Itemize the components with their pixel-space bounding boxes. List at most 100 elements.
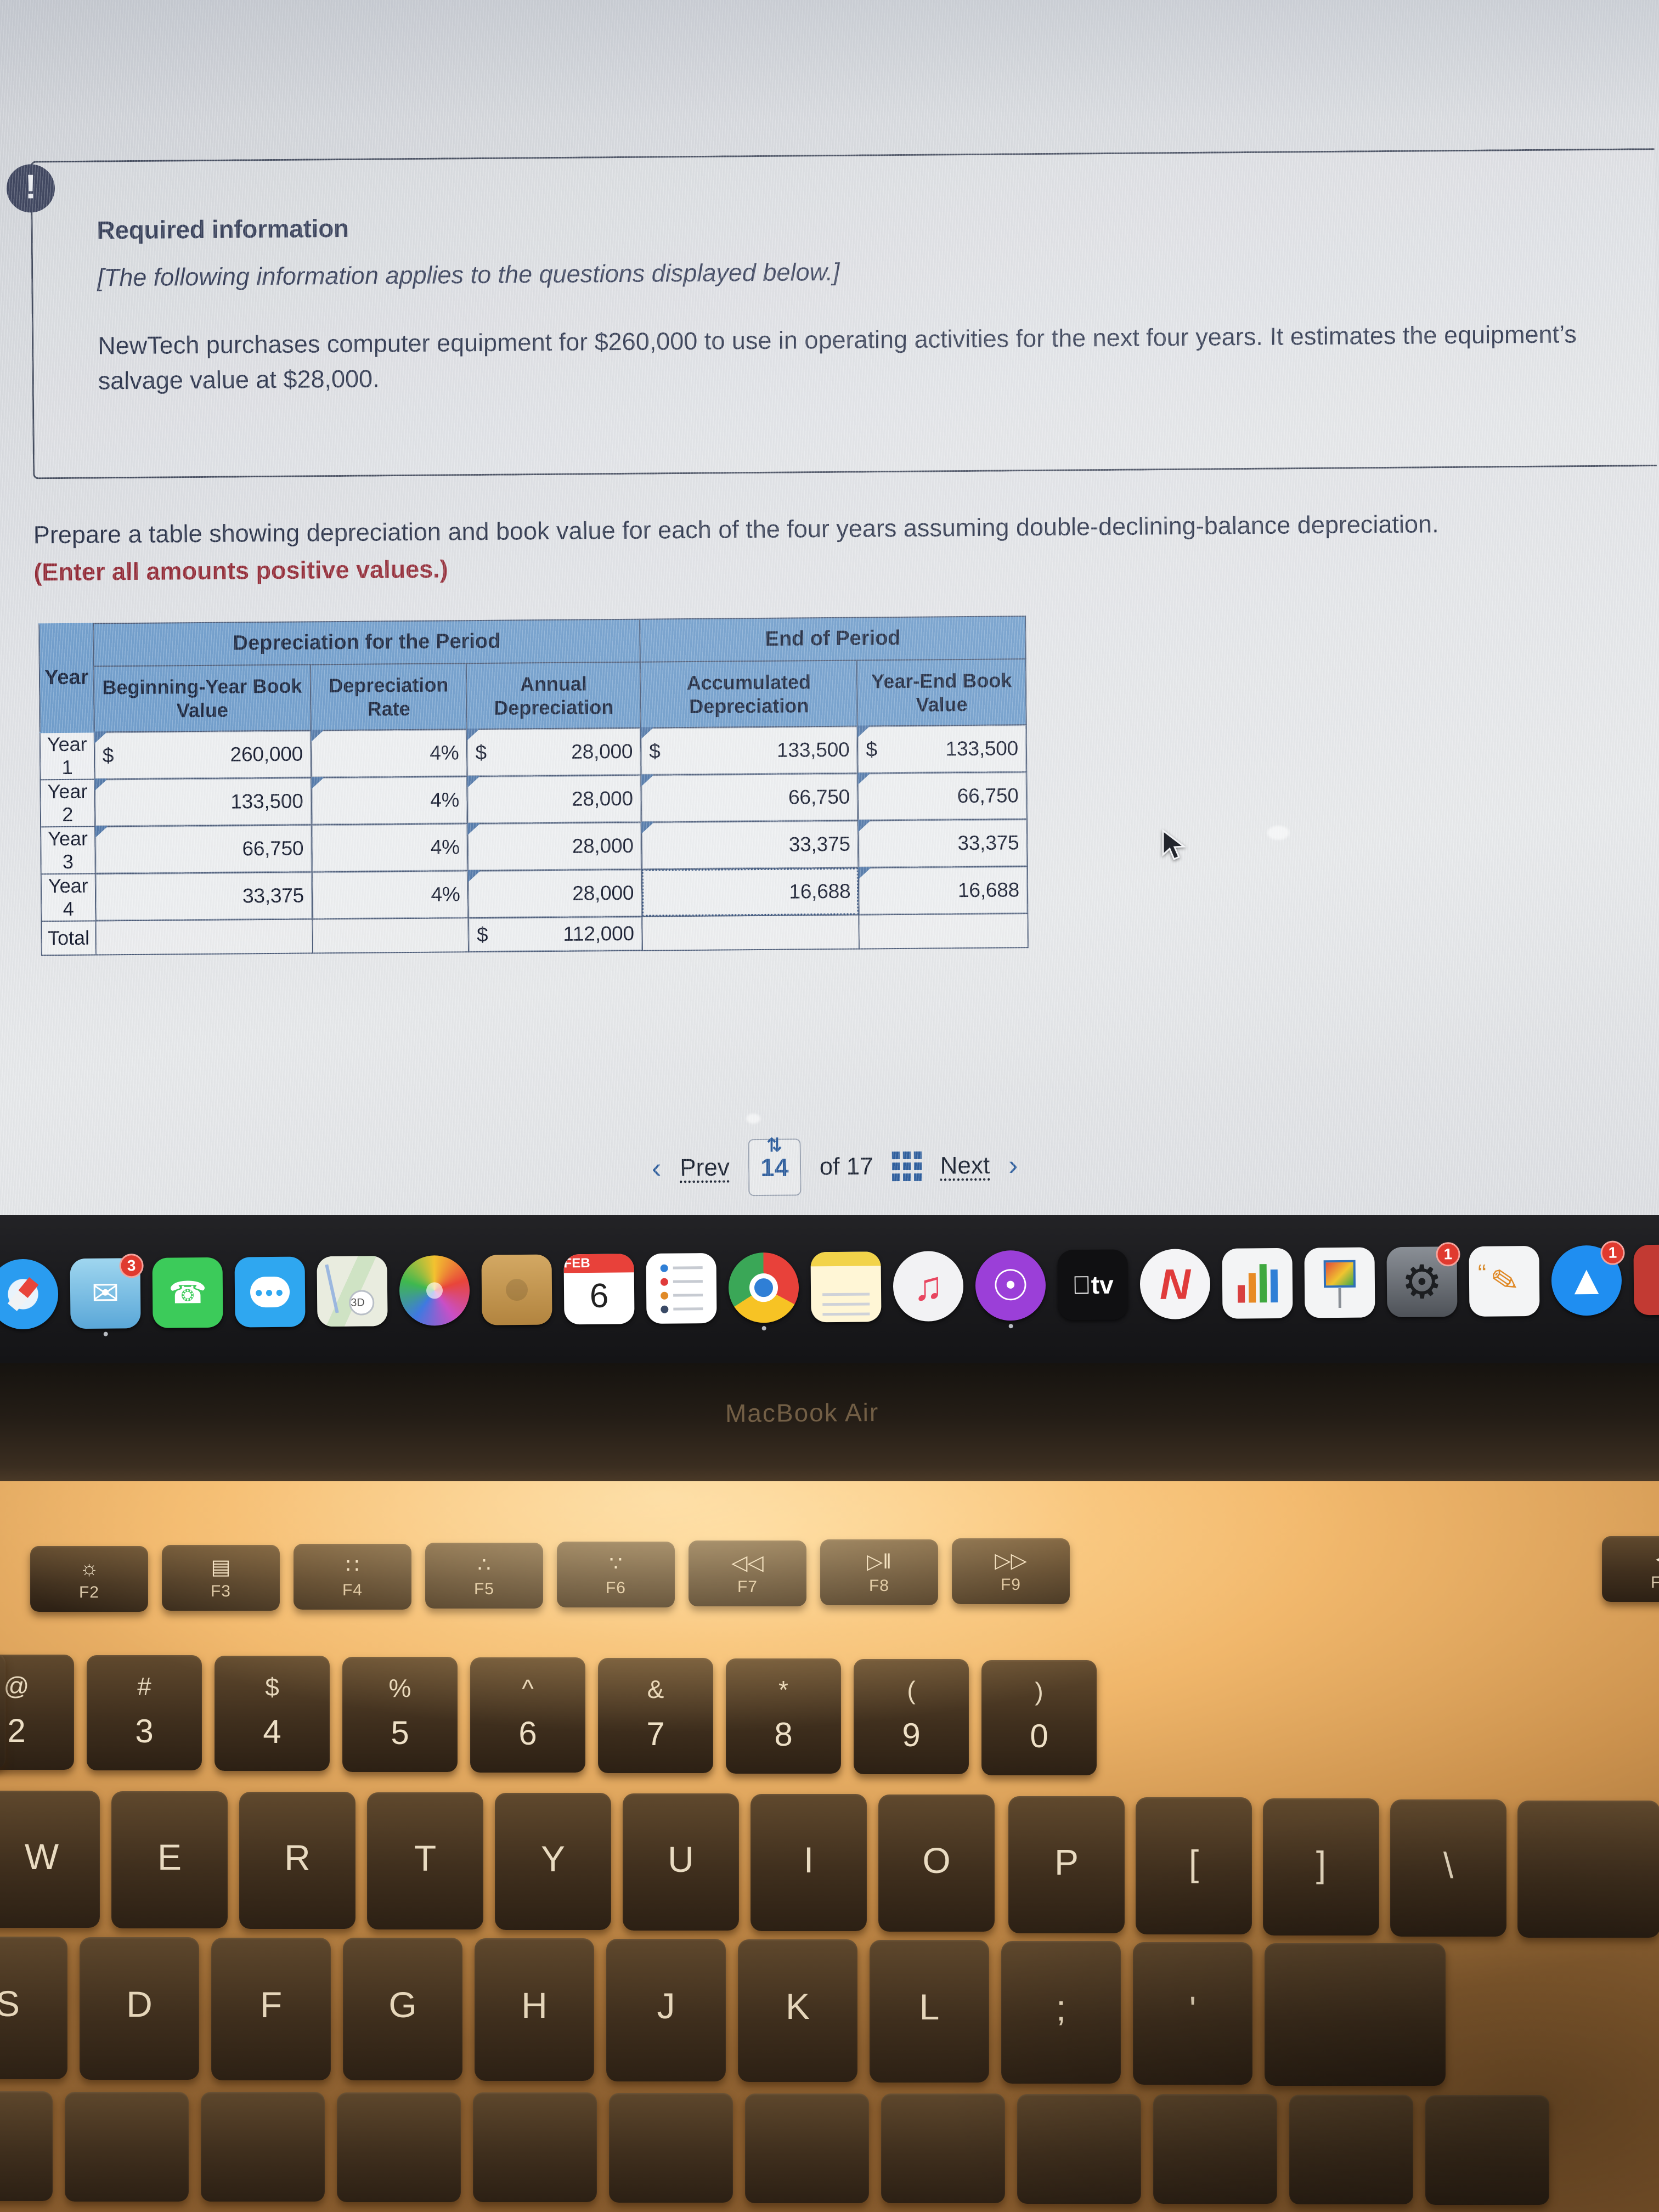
key-f5[interactable]: ∴ F5 bbox=[425, 1543, 543, 1609]
key-bottom-row-2[interactable] bbox=[201, 2092, 325, 2202]
input-yearend-year-1[interactable]: $ 133,500 bbox=[857, 725, 1027, 774]
key-bottom-row-8[interactable] bbox=[1017, 2094, 1141, 2204]
key-delete-partial[interactable] bbox=[1517, 1801, 1659, 1938]
key-p-partial[interactable]: P bbox=[1008, 1796, 1125, 1933]
input-accumulated-year-2[interactable]: 66,750 bbox=[641, 773, 859, 822]
key-s[interactable]: S bbox=[0, 1937, 67, 2079]
key-bottom-row-3[interactable] bbox=[337, 2092, 461, 2202]
input-rate-year-1[interactable]: 4% bbox=[311, 729, 467, 778]
key-6[interactable]: ^ 6 bbox=[470, 1657, 585, 1773]
key-k[interactable]: K bbox=[738, 1939, 857, 2082]
input-annual-year-1[interactable]: $ 28,000 bbox=[467, 727, 641, 777]
key-5[interactable]: % 5 bbox=[342, 1656, 458, 1772]
key-bottom-row-5[interactable] bbox=[609, 2093, 733, 2203]
key-i[interactable]: I bbox=[751, 1794, 867, 1931]
key-f6[interactable]: ∵ F6 bbox=[557, 1542, 675, 1607]
dock-item-calendar[interactable]: FEB 6 bbox=[563, 1254, 635, 1325]
dock-item-keynote[interactable] bbox=[1304, 1247, 1375, 1318]
dock-item-facetime[interactable]: ☎ bbox=[152, 1257, 223, 1328]
key-t[interactable]: T bbox=[367, 1792, 483, 1929]
prev-button[interactable]: Prev bbox=[680, 1154, 730, 1182]
prev-chevron-icon[interactable]: ‹ bbox=[652, 1152, 662, 1184]
key-8[interactable]: * 8 bbox=[726, 1658, 841, 1774]
key-g[interactable]: G bbox=[343, 1938, 462, 2081]
key-r[interactable]: R bbox=[239, 1792, 356, 1929]
dock-item-notes[interactable] bbox=[810, 1251, 882, 1323]
input-rate-year-4[interactable]: 4% bbox=[312, 871, 469, 919]
key-f10-partial[interactable]: ◂ F1 bbox=[1602, 1536, 1659, 1602]
key-bottom-row-7[interactable] bbox=[881, 2094, 1005, 2204]
input-annual-total[interactable]: $ 112,000 bbox=[468, 916, 643, 952]
input-beginning-year-1[interactable]: $ 260,000 bbox=[94, 730, 312, 780]
key-e[interactable]: E bbox=[111, 1791, 228, 1928]
key-4[interactable]: $4 bbox=[215, 1656, 330, 1771]
dock-item-photos[interactable] bbox=[399, 1255, 470, 1326]
key-f[interactable]: F bbox=[211, 1937, 331, 2080]
dock-item-chrome[interactable] bbox=[728, 1252, 799, 1331]
key-3[interactable]: #3 bbox=[87, 1655, 202, 1771]
key-9[interactable]: (9 bbox=[854, 1659, 969, 1775]
key-y[interactable]: Y bbox=[495, 1793, 611, 1930]
key-1-partial[interactable]: !1 bbox=[0, 1654, 5, 1769]
key-h[interactable]: H bbox=[475, 1938, 594, 2081]
input-beginning-year-4[interactable]: 33,375 bbox=[95, 872, 313, 921]
key-f8[interactable]: ▷‖ F8 bbox=[820, 1539, 938, 1605]
input-accumulated-year-1[interactable]: $ 133,500 bbox=[640, 726, 858, 775]
key-return-partial[interactable] bbox=[1265, 1943, 1446, 2086]
dock-item-news[interactable]: N bbox=[1139, 1249, 1211, 1320]
dock-item-system-preferences[interactable]: ⚙ 1 bbox=[1386, 1242, 1460, 1318]
key-bottom-row-1[interactable] bbox=[65, 2091, 189, 2202]
input-yearend-year-4[interactable]: 16,688 bbox=[859, 866, 1028, 915]
dock-item-safari[interactable] bbox=[0, 1259, 59, 1330]
key-bottom-row-6[interactable] bbox=[745, 2093, 869, 2203]
key-w[interactable]: W bbox=[0, 1791, 100, 1928]
key-f9[interactable]: ▷▷ F9 bbox=[952, 1538, 1070, 1604]
key-u[interactable]: U bbox=[623, 1793, 739, 1931]
input-annual-year-2[interactable]: 28,000 bbox=[467, 775, 642, 824]
key-bottom-row-11[interactable] bbox=[1425, 2095, 1549, 2205]
key-2[interactable]: @2 bbox=[0, 1655, 74, 1770]
key-bracket2-partial[interactable]: ] bbox=[1263, 1798, 1379, 1936]
input-annual-year-3[interactable]: 28,000 bbox=[467, 822, 642, 871]
input-yearend-year-2[interactable]: 66,750 bbox=[857, 772, 1028, 821]
key-f2[interactable]: ☼ F2 bbox=[30, 1546, 148, 1612]
key-f4[interactable]: ∷ F4 bbox=[294, 1544, 411, 1610]
key-l[interactable]: L bbox=[870, 1939, 989, 2083]
input-yearend-year-3[interactable]: 33,375 bbox=[858, 819, 1028, 868]
input-beginning-year-2[interactable]: 133,500 bbox=[94, 777, 312, 827]
input-rate-year-3[interactable]: 4% bbox=[312, 823, 469, 872]
dock-item-music[interactable]: ♫ bbox=[893, 1250, 964, 1322]
input-accumulated-year-4[interactable]: 16,688 bbox=[641, 867, 859, 917]
input-annual-year-4[interactable]: 28,000 bbox=[468, 869, 642, 918]
dock-item-contacts[interactable] bbox=[481, 1254, 552, 1325]
dock-item-numbers[interactable] bbox=[1222, 1248, 1293, 1319]
dock-item-reminders[interactable] bbox=[646, 1252, 717, 1324]
next-button[interactable]: Next bbox=[940, 1152, 990, 1180]
dock-item-podcasts[interactable]: ☉ bbox=[975, 1250, 1046, 1329]
key-0[interactable]: ) 0 bbox=[981, 1660, 1097, 1775]
key-f7[interactable]: ◁◁ F7 bbox=[689, 1541, 806, 1606]
input-accumulated-year-3[interactable]: 33,375 bbox=[641, 820, 859, 870]
dock-item-apple-tv[interactable]: tv bbox=[1057, 1249, 1128, 1321]
key-bottom-row-4[interactable] bbox=[473, 2092, 597, 2203]
dock-item-mail[interactable]: ✉ 3 bbox=[70, 1254, 144, 1336]
key-semicolon-partial[interactable]: ; bbox=[1001, 1941, 1121, 2084]
next-chevron-icon[interactable]: › bbox=[1008, 1149, 1018, 1182]
dock-item-messages[interactable]: ●●● bbox=[234, 1256, 306, 1328]
page-number-input[interactable]: ⇅ 14 bbox=[748, 1135, 802, 1197]
grid-icon[interactable] bbox=[891, 1151, 922, 1182]
key-bracket-partial[interactable]: [ bbox=[1136, 1797, 1252, 1934]
key-backslash-partial[interactable]: \ bbox=[1390, 1799, 1506, 1937]
dock-item-pages[interactable]: ✏ “ bbox=[1469, 1245, 1540, 1317]
key-j[interactable]: J bbox=[606, 1939, 726, 2081]
key-d[interactable]: D bbox=[80, 1937, 199, 2080]
spinner-icon[interactable]: ⇅ bbox=[766, 1135, 782, 1156]
key-quote-partial[interactable]: ' bbox=[1133, 1942, 1252, 2085]
key-o[interactable]: O bbox=[878, 1795, 995, 1932]
dock-item-maps[interactable]: 3D bbox=[317, 1256, 388, 1327]
input-beginning-year-3[interactable]: 66,750 bbox=[94, 825, 312, 874]
input-rate-year-2[interactable]: 4% bbox=[311, 776, 468, 825]
dock-item-app-store[interactable]: ▲ 1 bbox=[1551, 1240, 1625, 1316]
key-bottom-row-9[interactable] bbox=[1153, 2094, 1277, 2204]
dock-item-unknown-app[interactable] bbox=[1633, 1244, 1659, 1316]
